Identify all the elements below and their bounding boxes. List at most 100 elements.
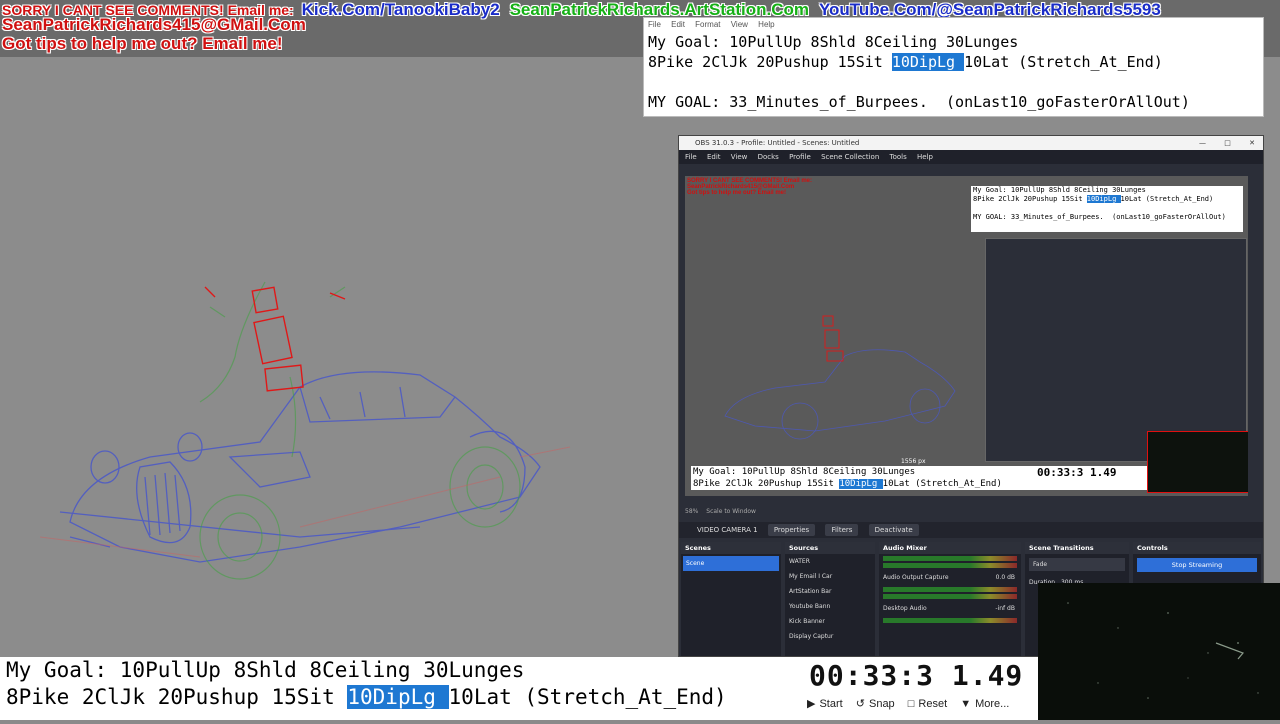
source-item[interactable]: WATER (785, 554, 875, 569)
notepad-blank-line (648, 72, 1263, 92)
banner-email: SeanPatrickRichards415@GMail.Com (2, 15, 306, 34)
audio-mixer-title: Audio Mixer (879, 542, 1021, 554)
stopwatch-buttons: ▶ Start ↺ Snap □ Reset ▼ More... (807, 697, 1019, 715)
preview-size-label: 1556 px (901, 458, 926, 465)
source-item[interactable]: Youtube Bann (785, 599, 875, 614)
preview-bottom-text: 8Pike 2ClJk 20Pushup 15Sit (693, 479, 840, 489)
obs-preview[interactable]: SORRY I CANT SEE COMMENTS! Email me: Sea… (685, 176, 1248, 496)
banner-kick-link: Kick.Com/TanookiBaby2 (301, 0, 500, 19)
scenes-dock-title: Scenes (681, 542, 781, 554)
notepad-menu-edit[interactable]: Edit (671, 20, 685, 29)
preview-car-sketch (724, 315, 956, 440)
preview-goal-text-end: 10Lat (Stretch_At_End) (1120, 195, 1214, 203)
car-sketch (39, 281, 571, 580)
snap-label: Snap (868, 698, 895, 710)
scenes-dock: Scenes Scene (681, 542, 781, 656)
preview-goal-line-1: My Goal: 10PullUp 8Shld 8Ceiling 30Lunge… (973, 186, 1146, 194)
obs-title-text: OBS 31.0.3 - Profile: Untitled - Scenes:… (695, 139, 860, 147)
notepad-goal-line-2[interactable]: 8Pike 2ClJk 20Pushup 15Sit 10DipLg 10Lat… (648, 52, 1263, 72)
preview-goal-text: 8Pike 2ClJk 20Pushup 15Sit (973, 195, 1087, 203)
menu-profile[interactable]: Profile (789, 153, 811, 161)
goal-highlight: 10DipLg (891, 53, 965, 71)
mixer-channel-name: Desktop Audio (883, 605, 927, 612)
obs-menu-bar: File Edit View Docks Profile Scene Colle… (679, 150, 1263, 164)
preview-blank (973, 204, 1243, 213)
preview-bottom-highlight: 10DipLg (839, 479, 883, 489)
bottom-goal-text: 8Pike 2ClJk 20Pushup 15Sit (6, 685, 348, 709)
preview-bottom-text-end: 10Lat (Stretch_At_End) (882, 479, 1002, 489)
source-item[interactable]: Display Captur (785, 629, 875, 644)
sources-dock-title: Sources (785, 542, 875, 554)
source-item[interactable]: Kick Banner (785, 614, 875, 629)
notepad-menu-help[interactable]: Help (758, 20, 774, 29)
window-controls: — □ ✕ (1183, 136, 1255, 150)
transition-select[interactable]: Fade (1029, 558, 1125, 571)
bottom-goals-panel: My Goal: 10PullUp 8Shld 8Ceiling 30Lunge… (0, 657, 805, 720)
stopwatch-time: 00:33:3 1.49 (809, 659, 1024, 692)
mixer-channel-name: Audio Output Capture (883, 574, 949, 581)
obs-title-bar: OBS 31.0.3 - Profile: Untitled - Scenes:… (679, 136, 1263, 150)
preview-bottom-line-2: 8Pike 2ClJk 20Pushup 15Sit 10DipLg 10Lat… (693, 478, 1009, 490)
webcam-feed (1038, 583, 1280, 720)
notepad-goal-line-3[interactable]: MY GOAL: 33_Minutes_of_Burpees. (onLast1… (648, 92, 1263, 112)
mixer-channel-2: Desktop Audio -inf dB (879, 601, 1021, 616)
bottom-goal-line-1: My Goal: 10PullUp 8Shld 8Ceiling 30Lunge… (6, 658, 525, 682)
filters-button[interactable]: Filters (825, 524, 859, 536)
notepad-menu-format[interactable]: Format (695, 20, 720, 29)
preview-camera-source[interactable] (1147, 431, 1248, 493)
start-label: Start (819, 698, 843, 710)
source-item[interactable]: ArtStation Bar (785, 584, 875, 599)
menu-edit[interactable]: Edit (707, 153, 721, 161)
bottom-goal-line-2: 8Pike 2ClJk 20Pushup 15Sit 10DipLg 10Lat… (6, 684, 805, 711)
preview-bottom-goals: My Goal: 10PullUp 8Shld 8Ceiling 30Lunge… (691, 466, 1009, 490)
play-icon: ▶ (807, 698, 816, 710)
audio-meter (883, 618, 1017, 623)
source-toolbar: VIDEO CAMERA 1 Properties Filters Deacti… (679, 522, 1263, 538)
menu-view[interactable]: View (731, 153, 748, 161)
snap-icon: ↺ (855, 698, 865, 710)
audio-meter (883, 594, 1017, 599)
controls-title: Controls (1133, 542, 1261, 554)
reset-icon: □ (907, 698, 915, 710)
menu-tools[interactable]: Tools (890, 153, 907, 161)
sources-dock: Sources WATER My Email I Car ArtStation … (785, 542, 875, 656)
goal-text-end: 10Lat (Stretch_At_End) (964, 53, 1163, 71)
preview-nested-obs (985, 238, 1247, 462)
more-label: More... (975, 698, 1010, 710)
snap-button[interactable]: ↺ Snap (856, 697, 895, 710)
notepad-menu-file[interactable]: File (648, 20, 661, 29)
properties-button[interactable]: Properties (767, 524, 816, 536)
notepad-window: File Edit Format View Help My Goal: 10Pu… (643, 17, 1264, 117)
close-icon[interactable]: ✕ (1249, 139, 1255, 147)
menu-docks[interactable]: Docks (758, 153, 779, 161)
zoom-level[interactable]: 58% (685, 508, 698, 515)
preview-toolbar: 58% Scale to Window (679, 506, 1263, 518)
minimize-icon[interactable]: — (1199, 139, 1206, 147)
webcam-noise (1067, 602, 1259, 699)
preview-bottom-line-1: My Goal: 10PullUp 8Shld 8Ceiling 30Lunge… (693, 467, 916, 477)
menu-help[interactable]: Help (917, 153, 933, 161)
mixer-channel-1: Audio Output Capture 0.0 dB (879, 570, 1021, 585)
scale-select[interactable]: Scale to Window (706, 508, 756, 515)
scene-item[interactable]: Scene (683, 556, 779, 571)
menu-scene-collection[interactable]: Scene Collection (821, 153, 879, 161)
preview-goal-line-2: 8Pike 2ClJk 20Pushup 15Sit 10DipLg 10Lat… (973, 195, 1243, 204)
maximize-icon[interactable]: □ (1224, 139, 1231, 147)
deactivate-button[interactable]: Deactivate (868, 524, 919, 536)
banner-tips: Got tips to help me out? Email me! (2, 34, 283, 53)
preview-goal-line-3: MY GOAL: 33_Minutes_of_Burpees. (onLast1… (973, 213, 1226, 221)
audio-mixer-dock: Audio Mixer Audio Output Capture 0.0 dB … (879, 542, 1021, 656)
menu-file[interactable]: File (685, 153, 697, 161)
audio-meter (883, 556, 1017, 561)
start-button[interactable]: ▶ Start (807, 697, 843, 710)
selected-source-name: VIDEO CAMERA 1 (697, 526, 758, 534)
mixer-channel-level: 0.0 dB (995, 574, 1015, 581)
notepad-menu-view[interactable]: View (731, 20, 748, 29)
source-item[interactable]: My Email I Car (785, 569, 875, 584)
more-button[interactable]: ▼ More... (960, 698, 1009, 710)
stop-streaming-button[interactable]: Stop Streaming (1137, 558, 1257, 572)
reset-label: Reset (918, 698, 948, 710)
reset-button[interactable]: □ Reset (908, 698, 947, 710)
goal-text: 8Pike 2ClJk 20Pushup 15Sit (648, 53, 892, 71)
notepad-goal-line-1[interactable]: My Goal: 10PullUp 8Shld 8Ceiling 30Lunge… (648, 32, 1263, 52)
